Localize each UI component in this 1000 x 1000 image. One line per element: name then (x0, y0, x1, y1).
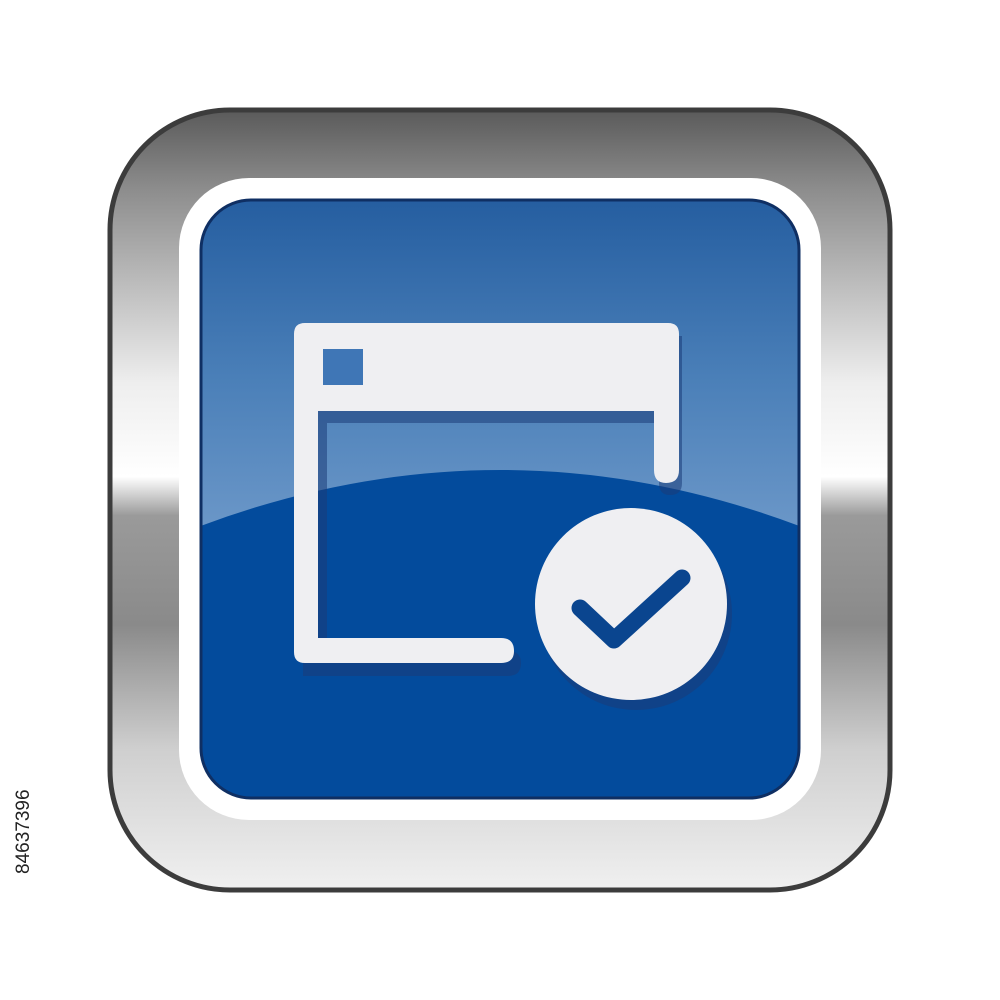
stock-icon-image: 84637396 (0, 0, 1000, 1000)
stock-id-label: 84637396 (13, 789, 34, 874)
window-check-icon (107, 107, 893, 893)
window-control-square (323, 349, 363, 385)
blue-tile (201, 200, 799, 798)
stock-id-text: 84637396 (13, 789, 34, 874)
